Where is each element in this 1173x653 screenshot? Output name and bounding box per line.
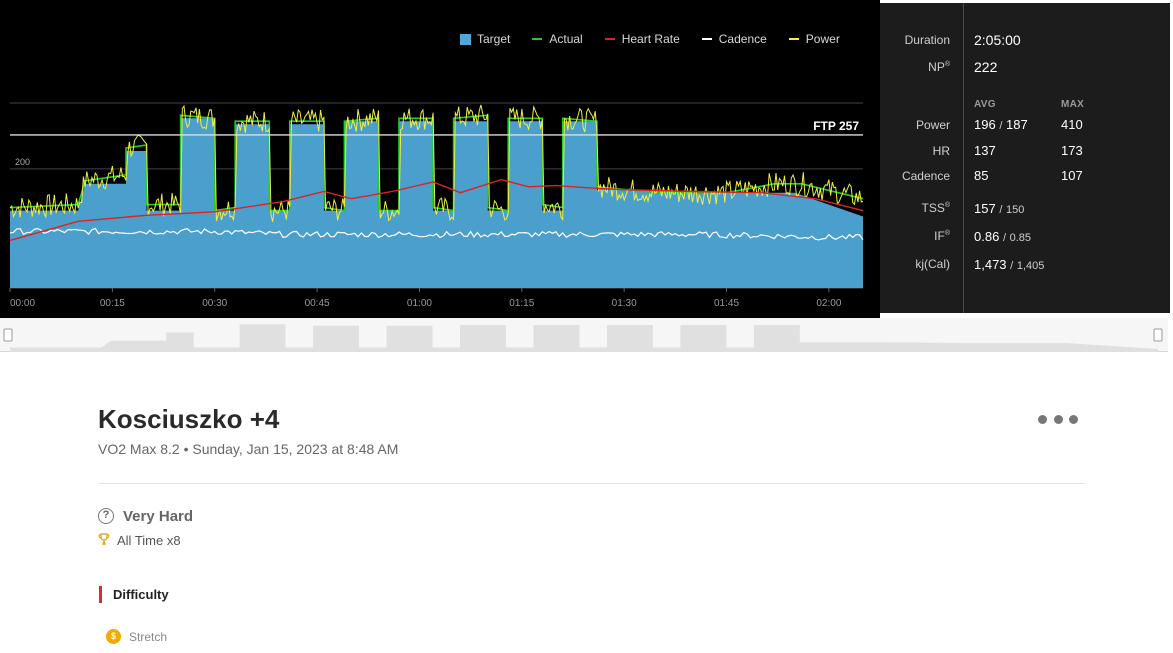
legend-label: Target xyxy=(477,32,511,46)
ftp-label: FTP 257 xyxy=(813,119,859,133)
legend-swatch xyxy=(701,38,712,40)
avg-header: AVG xyxy=(974,99,996,110)
question-icon[interactable]: ? xyxy=(98,508,114,524)
legend-item-actual[interactable]: Actual xyxy=(532,32,583,46)
legend-label: Heart Rate xyxy=(621,32,680,46)
y-tick-label: 200 xyxy=(15,157,30,167)
if-label: IF® xyxy=(934,229,950,243)
x-tick-label: 02:00 xyxy=(816,298,841,309)
section-divider xyxy=(98,483,1084,484)
more-dot-icon xyxy=(1069,414,1078,424)
cadence-avg-value: 85 xyxy=(974,168,989,183)
np-label: NP® xyxy=(928,60,950,74)
timeline-scrubber[interactable] xyxy=(0,318,1168,352)
workout-subtitle: VO2 Max 8.2 • Sunday, Jan 15, 2023 at 8:… xyxy=(98,441,399,457)
cadence-max-value: 107 xyxy=(1061,168,1083,183)
legend-swatch xyxy=(604,38,615,40)
target-area xyxy=(10,118,863,288)
overview-area xyxy=(10,324,1158,352)
legend-label: Power xyxy=(805,32,840,46)
x-tick-label: 00:45 xyxy=(305,298,330,309)
legend-label: Actual xyxy=(549,32,583,46)
stats-panel: Duration 2:05:00 NP® 222 AVG MAX Power 1… xyxy=(880,3,1170,313)
difficulty-heading: Difficulty xyxy=(113,587,169,602)
difficulty-rating: Very Hard xyxy=(123,508,194,525)
difficulty-level: Stretch xyxy=(129,630,168,644)
scrubber-handle-right[interactable] xyxy=(1153,328,1163,342)
legend-item-target[interactable]: Target xyxy=(460,32,510,46)
chart-legend: Target Actual Heart Rate Cadence Power xyxy=(460,31,862,47)
trophy-icon xyxy=(98,533,110,545)
x-tick-label: 01:45 xyxy=(714,298,739,309)
power-avg-value: 196 / 187 xyxy=(974,117,1028,132)
legend-item-cadence[interactable]: Cadence xyxy=(701,32,767,46)
x-tick-label: 00:30 xyxy=(202,298,227,309)
workout-chart-svg: FTP 257 200 00:00 00:15 00:30 00:45 01:00 01:15… xyxy=(9,102,864,309)
legend-label: Cadence xyxy=(718,32,767,46)
max-header: MAX xyxy=(1061,99,1085,110)
kj-label: kj(Cal) xyxy=(915,257,950,271)
power-label: Power xyxy=(915,118,950,132)
stats-divider xyxy=(963,3,964,313)
cadence-label: Cadence xyxy=(901,169,950,183)
workout-chart[interactable]: FTP 257 200 00:00 00:15 00:30 00:45 01:00 01:15… xyxy=(0,0,880,318)
more-dot-icon xyxy=(1038,414,1047,424)
if-value: 0.86 / 0.85 xyxy=(974,229,1032,244)
all-time-count: All Time x8 xyxy=(117,533,181,548)
hr-max-value: 173 xyxy=(1061,143,1083,158)
tss-value: 157 / 150 xyxy=(974,201,1025,216)
tss-label: TSS® xyxy=(921,201,950,215)
section-accent-bar xyxy=(99,586,102,603)
legend-item-heart-rate[interactable]: Heart Rate xyxy=(604,32,680,46)
x-tick-label: 01:00 xyxy=(407,298,432,309)
power-max-value: 410 xyxy=(1061,117,1083,132)
scrubber-handle-left[interactable] xyxy=(3,328,13,342)
np-value: 222 xyxy=(974,59,998,75)
more-dot-icon xyxy=(1053,414,1063,424)
more-options-button[interactable] xyxy=(1038,406,1078,432)
legend-swatch xyxy=(788,38,799,40)
legend-swatch xyxy=(532,38,543,40)
hr-label: HR xyxy=(932,144,950,158)
x-tick-label: 00:00 xyxy=(10,298,35,309)
x-tick-label: 01:15 xyxy=(509,298,534,309)
legend-swatch xyxy=(460,33,471,45)
duration-label: Duration xyxy=(904,33,950,47)
timeline-overview xyxy=(3,324,1163,352)
coin-icon: $ xyxy=(106,629,121,644)
workout-title: Kosciuszko +4 xyxy=(98,404,280,434)
hr-avg-value: 137 xyxy=(974,143,996,158)
legend-item-power[interactable]: Power xyxy=(788,32,840,46)
x-tick-label: 00:15 xyxy=(100,298,125,309)
duration-value: 2:05:00 xyxy=(974,32,1021,48)
x-tick-label: 01:30 xyxy=(612,298,637,309)
kj-value: 1,473 / 1,405 xyxy=(974,257,1045,272)
